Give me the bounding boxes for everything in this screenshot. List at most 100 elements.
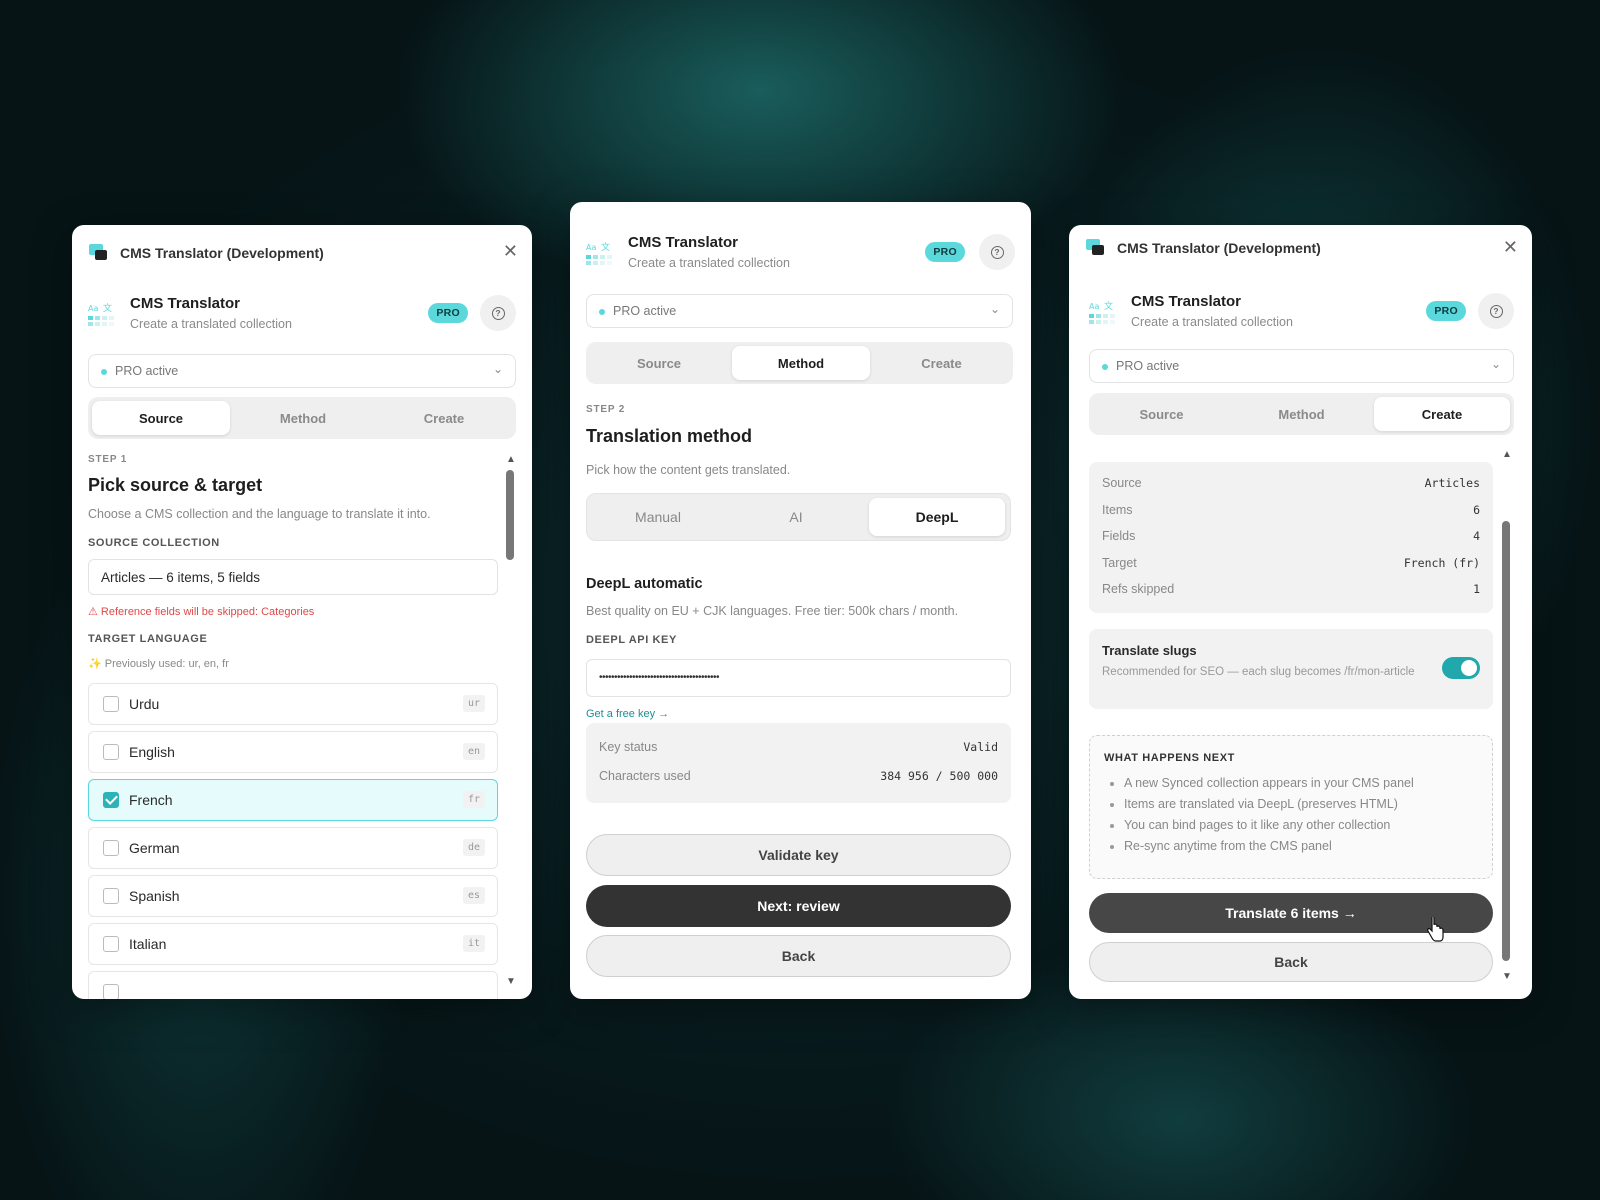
translate-slugs-toggle[interactable] xyxy=(1442,657,1480,679)
status-dot xyxy=(101,369,107,375)
scroll-up-icon[interactable]: ▲ xyxy=(1502,449,1512,460)
checkbox[interactable] xyxy=(103,936,119,952)
language-name: Italian xyxy=(129,936,167,952)
checkbox[interactable] xyxy=(103,888,119,904)
language-option-german[interactable]: German de xyxy=(88,827,498,869)
translate-logo-icon: Aa 文 xyxy=(88,302,114,326)
checkbox[interactable] xyxy=(103,744,119,760)
api-key-input[interactable]: •••••••••••••••••••••••••••••••••••••••• xyxy=(586,659,1011,697)
tab-source[interactable]: Source xyxy=(92,401,230,435)
plan-status-dropdown[interactable]: PRO active ⌄ xyxy=(586,294,1013,328)
summary-target-value: French (fr) xyxy=(1403,556,1480,570)
app-name: CMS Translator xyxy=(1131,293,1242,310)
app-window-icon xyxy=(1086,239,1104,255)
summary-refs-skipped-value: 1 xyxy=(1473,582,1480,596)
language-name: Spanish xyxy=(129,888,180,904)
help-icon: ? xyxy=(990,245,1004,259)
pointer-cursor-icon xyxy=(1427,917,1444,942)
svg-text:Aa: Aa xyxy=(88,304,98,313)
step-tabs: Source Method Create xyxy=(1089,393,1514,435)
what-happens-next-title: WHAT HAPPENS NEXT xyxy=(1104,752,1236,764)
app-subtitle: Create a translated collection xyxy=(130,317,292,331)
step-label: STEP 2 xyxy=(586,404,626,415)
method-ai[interactable]: AI xyxy=(729,498,863,536)
page-title: Translation method xyxy=(586,426,753,446)
checkbox[interactable] xyxy=(103,696,119,712)
tab-method[interactable]: Method xyxy=(234,401,372,435)
source-collection-select[interactable]: Articles — 6 items, 5 fields xyxy=(88,559,498,595)
scroll-down-icon[interactable]: ▼ xyxy=(1502,971,1512,982)
plan-status-dropdown[interactable]: PRO active ⌄ xyxy=(1089,349,1514,383)
step-tabs: Source Method Create xyxy=(88,397,516,439)
help-button[interactable]: ? xyxy=(979,234,1015,270)
method-description: Best quality on EU + CJK languages. Free… xyxy=(586,604,959,618)
checkbox[interactable] xyxy=(103,840,119,856)
next-review-button[interactable]: Next: review xyxy=(586,885,1011,927)
back-button[interactable]: Back xyxy=(586,935,1011,977)
method-title: DeepL automatic xyxy=(586,576,703,592)
validate-key-button[interactable]: Validate key xyxy=(586,834,1011,876)
language-name: English xyxy=(129,744,175,760)
panel-source-step: CMS Translator (Development) ✕ Aa 文 CMS … xyxy=(72,225,532,999)
language-code: fr xyxy=(462,791,485,808)
key-status-value: Valid xyxy=(963,740,998,754)
tab-create[interactable]: Create xyxy=(1374,397,1510,431)
source-collection-value: Articles — 6 items, 5 fields xyxy=(101,570,261,585)
summary-source-value: Articles xyxy=(1424,476,1480,490)
app-header: Aa 文 CMS Translator Create a translated … xyxy=(1089,293,1514,339)
language-code: en xyxy=(462,743,485,760)
key-status-label: Key status xyxy=(599,740,658,754)
close-icon[interactable]: ✕ xyxy=(503,241,518,262)
language-option-italian[interactable]: Italian it xyxy=(88,923,498,965)
get-free-key-link[interactable]: Get a free key → xyxy=(586,708,669,720)
summary-box: Source Articles Items 6 Fields 4 Target … xyxy=(1089,462,1493,613)
language-option-spanish[interactable]: Spanish es xyxy=(88,875,498,917)
tab-create[interactable]: Create xyxy=(376,401,512,435)
status-dot xyxy=(599,309,605,315)
scrollbar[interactable]: ▲ ▼ xyxy=(1502,449,1512,989)
language-code: es xyxy=(462,887,485,904)
back-button[interactable]: Back xyxy=(1089,942,1493,982)
app-header: Aa 文 CMS Translator Create a translated … xyxy=(586,234,1015,280)
app-subtitle: Create a translated collection xyxy=(1131,315,1293,329)
svg-text:Aa: Aa xyxy=(586,243,596,252)
method-deepl[interactable]: DeepL xyxy=(869,498,1005,536)
tab-source[interactable]: Source xyxy=(1093,397,1230,431)
help-icon: ? xyxy=(1489,304,1503,318)
scroll-down-icon[interactable]: ▼ xyxy=(506,976,516,987)
plan-status-dropdown[interactable]: PRO active ⌄ xyxy=(88,354,516,388)
language-option-urdu[interactable]: Urdu ur xyxy=(88,683,498,725)
scrollbar[interactable]: ▲ ▼ xyxy=(506,454,516,994)
summary-fields-value: 4 xyxy=(1473,529,1480,543)
help-icon: ? xyxy=(491,306,505,320)
scrollbar-thumb[interactable] xyxy=(506,470,514,560)
api-key-label: DEEPL API KEY xyxy=(586,634,677,646)
tab-method[interactable]: Method xyxy=(732,346,870,380)
help-button[interactable]: ? xyxy=(480,295,516,331)
language-option-french[interactable]: French fr xyxy=(88,779,498,821)
help-button[interactable]: ? xyxy=(1478,293,1514,329)
tab-create[interactable]: Create xyxy=(874,346,1009,380)
close-icon[interactable]: ✕ xyxy=(1503,237,1518,258)
plan-status-label: PRO active xyxy=(1116,359,1180,373)
method-manual[interactable]: Manual xyxy=(591,498,725,536)
scroll-up-icon[interactable]: ▲ xyxy=(506,454,516,465)
svg-text:文: 文 xyxy=(1104,300,1113,312)
list-item: Re-sync anytime from the CMS panel xyxy=(1104,839,1414,853)
scrollbar-thumb[interactable] xyxy=(1502,521,1510,961)
characters-used-label: Characters used xyxy=(599,769,691,783)
what-happens-next-box: WHAT HAPPENS NEXT A new Synced collectio… xyxy=(1089,735,1493,879)
language-code: de xyxy=(462,839,485,856)
app-name: CMS Translator xyxy=(130,295,241,312)
plan-status-label: PRO active xyxy=(613,304,677,318)
language-option-partial[interactable] xyxy=(88,971,498,999)
tab-source[interactable]: Source xyxy=(590,346,728,380)
pro-badge: PRO xyxy=(428,303,468,323)
app-header: Aa 文 CMS Translator Create a translated … xyxy=(88,295,516,341)
key-status-box: Key status Valid Characters used 384 956… xyxy=(586,723,1011,803)
language-option-english[interactable]: English en xyxy=(88,731,498,773)
checkbox-checked[interactable] xyxy=(103,792,119,808)
language-code: it xyxy=(462,935,485,952)
tab-method[interactable]: Method xyxy=(1233,397,1370,431)
checkbox[interactable] xyxy=(103,984,119,999)
